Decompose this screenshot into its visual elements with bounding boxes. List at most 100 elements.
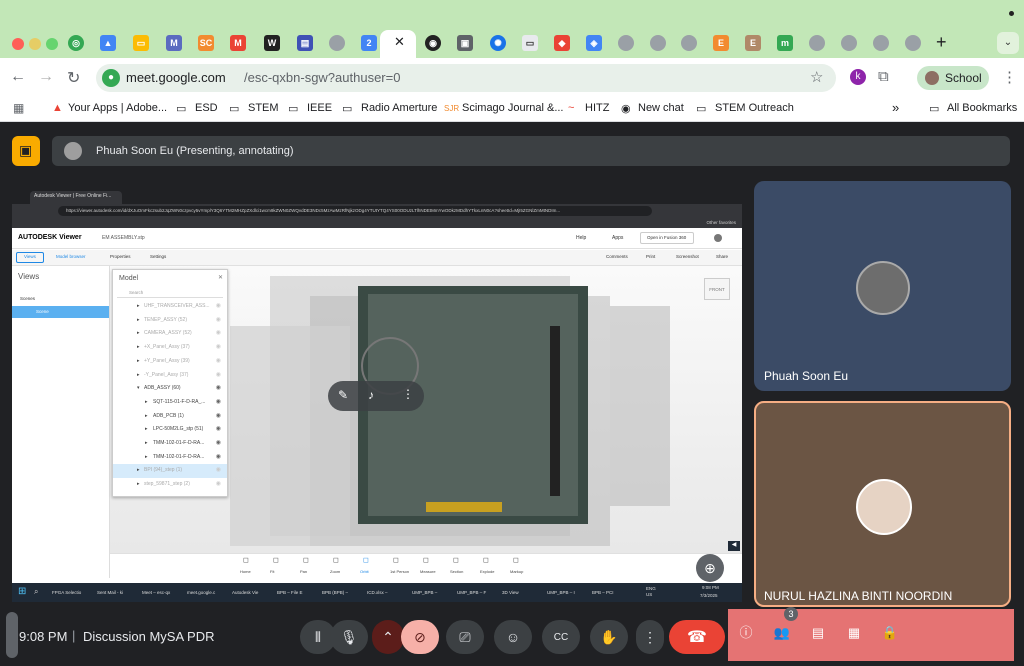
expand-right-icon[interactable]: ▸ [137,467,140,473]
viewer-tool-icon[interactable]: ◻ [363,556,369,564]
screenshot-button[interactable]: Screenshot [676,254,699,259]
tree-row[interactable]: ▾ ADB_ASSY (60) ◉ [113,382,227,396]
taskbar-item[interactable]: ICD.xlsx – [367,586,388,599]
comments-button[interactable]: Comments [606,254,628,259]
tab-gear-icon[interactable]: ✺ [490,35,506,51]
taskbar-item[interactable]: BPB (BPB) – [322,586,348,599]
forward-arrow-icon[interactable]: → [38,68,54,86]
visibility-eye-icon[interactable]: ◉ [216,425,221,432]
expand-down-icon[interactable]: ▾ [137,385,140,391]
expand-right-icon[interactable]: ▸ [145,413,148,419]
taskbar-item[interactable]: Meet – esc-qx [142,586,170,599]
tab-favicon-icon[interactable]: ◎ [68,35,84,51]
viewer-tool-icon[interactable]: ◻ [423,556,429,564]
tree-row[interactable]: ▸ UHF_TRANSCEIVER_ASS... ◉ [113,300,227,314]
viewer-tool-icon[interactable]: ◻ [513,556,519,564]
scene-item[interactable]: Scene [12,306,109,318]
tab-close-icon[interactable]: ✕ [394,34,405,50]
new-tab-button[interactable]: + [936,32,947,53]
side-handle[interactable] [6,612,18,658]
viewcube[interactable]: FRONT [704,278,730,300]
expand-right-icon[interactable]: ▸ [137,303,140,309]
apps-link[interactable]: Apps [612,235,623,241]
bookmark-new-chat[interactable]: New chat [638,102,684,114]
pointer-off-icon[interactable]: ✎ [338,388,348,402]
tab-favicon-icon[interactable] [841,35,857,51]
taskbar-item[interactable]: UMP_BPB – [412,586,437,599]
tab-favicon-icon[interactable]: M [166,35,182,51]
camera-off-button[interactable]: ⊘ [401,620,439,654]
taskbar-item[interactable]: Sent Mail - ki [97,586,123,599]
visibility-eye-icon[interactable]: ◉ [216,357,221,364]
taskbar-search-icon[interactable]: ⌕ [34,587,38,597]
tab-favicon-icon[interactable] [905,35,921,51]
visibility-eye-icon[interactable]: ◉ [216,302,221,309]
tab-favicon-icon[interactable]: ◆ [554,35,570,51]
model-browser-tab[interactable]: Model browser [56,254,86,259]
viewer-tool-icon[interactable]: ◻ [243,556,249,564]
meeting-info-icon[interactable]: ⓘ [736,623,756,643]
visibility-eye-icon[interactable]: ◉ [216,480,221,487]
tree-row[interactable]: ▸ ADB_PCB (1) ◉ [113,410,227,424]
visibility-eye-icon[interactable]: ◉ [216,453,221,460]
tree-row[interactable]: ▸ -Y_Panel_Assy (37) ◉ [113,369,227,383]
tab-favicon-icon[interactable] [329,35,345,51]
expand-right-icon[interactable]: ▸ [145,399,148,405]
expand-right-icon[interactable]: ▸ [137,358,140,364]
bookmark-hitz[interactable]: HITZ [585,102,609,114]
participant-tile-nurul[interactable]: NURUL HAZLINA BINTI NOORDIN [754,401,1011,607]
tab-favicon-icon[interactable] [873,35,889,51]
active-tab[interactable]: ✕ [380,30,416,58]
tab-search-chevron-icon[interactable]: ⌄ [997,32,1019,54]
close-icon[interactable]: ✕ [218,274,223,281]
share-button[interactable]: Share [716,254,728,259]
host-controls-lock-icon[interactable]: 🔒 [880,623,900,643]
tree-row[interactable]: ▸ TMM-102-01-F-D-RA... ◉ [113,451,227,465]
address-bar[interactable]: ● meet.google.com /esc-qxbn-sgw?authuser… [96,64,836,92]
help-link[interactable]: Help [576,235,586,241]
taskbar-item[interactable]: meet.google.c [187,586,215,599]
tab-gmail-icon[interactable]: M [230,35,246,51]
bookmark-star-icon[interactable]: ☆ [810,68,823,86]
settings-tab[interactable]: Settings [150,254,166,259]
taskbar-item[interactable]: FPGA Selectio [52,586,81,599]
tab-favicon-icon[interactable]: E [713,35,729,51]
taskbar-item[interactable]: UMP_BPB – I [547,586,575,599]
model-search-input[interactable]: Search [117,288,223,298]
tab-favicon-icon[interactable] [650,35,666,51]
bookmark-stem-outreach[interactable]: STEM Outreach [715,102,794,114]
tab-favicon-icon[interactable] [681,35,697,51]
maximize-window-icon[interactable] [46,38,58,50]
people-icon[interactable]: 👥 [772,623,792,643]
tree-row[interactable]: ▸ LPC-50M2LG_stp (51) ◉ [113,423,227,437]
visibility-eye-icon[interactable]: ◉ [216,371,221,378]
expand-right-icon[interactable]: ▸ [137,317,140,323]
viewer-tool-icon[interactable]: ◻ [273,556,279,564]
activities-icon[interactable]: ▦ [844,623,864,643]
bookmark-all[interactable]: All Bookmarks [947,102,1017,114]
tree-row[interactable]: ▸ +Y_Panel_Assy (39) ◉ [113,355,227,369]
expand-right-icon[interactable]: ▸ [145,440,148,446]
viewer-tool-icon[interactable]: ◻ [393,556,399,564]
browser-menu-icon[interactable]: ⋮ [1002,68,1017,86]
user-avatar[interactable] [714,234,722,242]
tab-slides-icon[interactable]: ▭ [133,35,149,51]
views-tab[interactable]: Views [24,254,36,259]
expand-right-icon[interactable]: ▸ [137,481,140,487]
stop-presenting-icon[interactable]: ▣ [12,136,40,166]
tab-favicon-icon[interactable] [809,35,825,51]
tree-row[interactable]: ▸ step_59871_step (2) ◉ [113,478,227,492]
viewer-tool-icon[interactable]: ◻ [483,556,489,564]
visibility-eye-icon[interactable]: ◉ [216,398,221,405]
reactions-button[interactable]: ☺ [494,620,532,654]
expand-right-icon[interactable]: ▸ [145,426,148,432]
properties-tab[interactable]: Properties [110,254,131,259]
tab-favicon-icon[interactable]: ▤ [297,35,313,51]
tab-favicon-icon[interactable]: ◈ [586,35,602,51]
tree-row[interactable]: ▸ SQT-115-01-F-D-RA_... ◉ [113,396,227,410]
windows-start-icon[interactable]: ⊞ [18,586,26,597]
camera-options-chevron-icon[interactable]: ⌃ [372,620,404,654]
apps-grid-icon[interactable]: ▦ [13,101,24,115]
audio-off-icon[interactable]: ♪ [368,388,374,402]
tree-row[interactable]: ▸ CAMERA_ASSY (52) ◉ [113,327,227,341]
